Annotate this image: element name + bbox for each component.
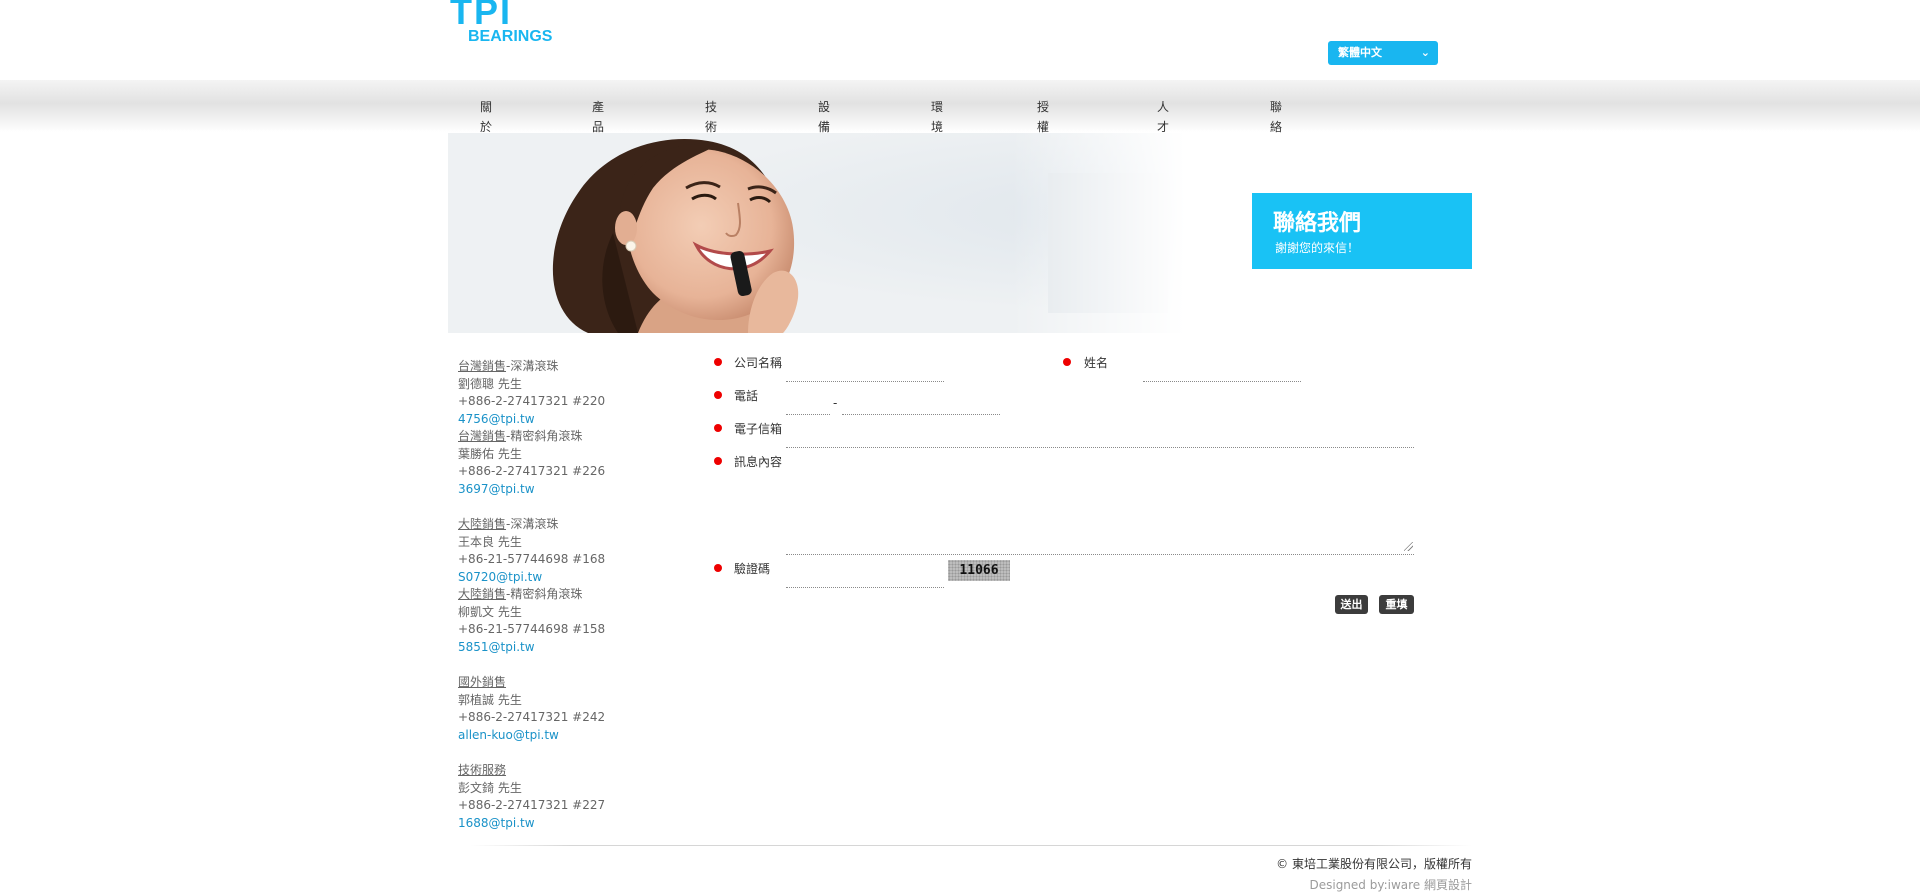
page-subtitle: 謝謝您的來信！ <box>1275 241 1360 255</box>
name-label: 姓名 <box>1084 356 1109 370</box>
captcha-image[interactable]: 11066 <box>948 560 1010 581</box>
required-dot-icon <box>1063 358 1071 366</box>
reset-button[interactable]: 重填 <box>1379 595 1414 614</box>
required-dot-icon <box>714 424 722 432</box>
company-label: 公司名稱 <box>734 356 783 370</box>
contact-dept-link[interactable]: 國外銷售 <box>458 675 506 689</box>
contact-phone: +886-2-27417321 #226 <box>458 464 606 478</box>
contact-title-line: 技術服務 <box>458 762 658 780</box>
nav-item-products[interactable]: 產品資訊 <box>592 97 604 174</box>
phone-label: 電話 <box>734 389 759 403</box>
contact-list: 台灣銷售-深溝滾珠 劉德聰 先生 +886-2-27417321 #220 47… <box>458 358 658 850</box>
contact-email-link[interactable]: 4756@tpi.tw <box>458 411 658 429</box>
contact-email-link[interactable]: 3697@tpi.tw <box>458 481 658 499</box>
contact-phone: +86-21-57744698 #158 <box>458 622 606 636</box>
contact-dept-link[interactable]: 大陸銷售 <box>458 517 506 531</box>
contact-person: 劉德聰 先生 <box>458 376 522 391</box>
phone-number-input[interactable] <box>842 399 1000 415</box>
contact-title-line: 台灣銷售-精密斜角滾珠 <box>458 428 658 446</box>
submit-button[interactable]: 送出 <box>1335 595 1368 614</box>
contact-title-line: 大陸銷售-精密斜角滾珠 <box>458 586 658 604</box>
required-dot-icon <box>714 391 722 399</box>
phone-separator: - <box>833 396 838 410</box>
contact-person: 王本良 先生 <box>458 534 522 549</box>
nav-item-about[interactable]: 關於東培 <box>480 97 492 174</box>
nav-item-equipment[interactable]: 設備開發 <box>818 97 830 174</box>
contact-dept-link[interactable]: 台灣銷售 <box>458 359 506 373</box>
contact-phone: +886-2-27417321 #242 <box>458 710 606 724</box>
nav-item-careers[interactable]: 人才招募 <box>1157 97 1169 174</box>
name-input[interactable] <box>1143 366 1301 382</box>
contact-group-taiwan: 台灣銷售-深溝滾珠 劉德聰 先生 +886-2-27417321 #220 47… <box>458 358 658 498</box>
nav-bar-background <box>0 80 1920 132</box>
nav-item-contact[interactable]: 聯絡我們 <box>1270 97 1282 174</box>
nav-item-technical[interactable]: 技術資料 <box>705 97 717 174</box>
contact-person: 彭文錡 先生 <box>458 780 522 795</box>
required-dot-icon <box>714 564 722 572</box>
contact-group-overseas: 國外銷售 郭植誠 先生 +886-2-27417321 #242 allen-k… <box>458 674 658 744</box>
tpi-logo[interactable]: TPI BEARINGS <box>450 0 582 48</box>
contact-dept-link[interactable]: 大陸銷售 <box>458 587 506 601</box>
required-dot-icon <box>714 457 722 465</box>
contact-product: -深溝滾珠 <box>506 517 559 531</box>
contact-email-link[interactable]: 5851@tpi.tw <box>458 639 658 657</box>
contact-email-link[interactable]: allen-kuo@tpi.tw <box>458 727 658 745</box>
language-value: 繁體中文 <box>1338 46 1382 59</box>
contact-phone: +86-21-57744698 #168 <box>458 552 606 566</box>
captcha-label: 驗證碼 <box>734 562 771 576</box>
phone-area-input[interactable] <box>786 399 830 415</box>
contact-product: -深溝滾珠 <box>506 359 559 373</box>
logo-subtext: BEARINGS <box>468 28 553 45</box>
message-textarea[interactable] <box>786 452 1414 555</box>
page-title-box: 聯絡我們 謝謝您的來信！ <box>1252 193 1472 269</box>
nav-item-environment[interactable]: 環境保護 <box>931 97 943 174</box>
contact-group-china: 大陸銷售-深溝滾珠 王本良 先生 +86-21-57744698 #168 S0… <box>458 516 658 656</box>
email-input[interactable] <box>786 432 1414 448</box>
contact-product: -精密斜角滾珠 <box>506 429 583 443</box>
message-label: 訊息內容 <box>734 455 783 469</box>
resize-grip-icon[interactable] <box>1404 542 1413 551</box>
nav-item-distributors[interactable]: 授權經銷商 <box>1037 97 1049 194</box>
contact-email-link[interactable]: 1688@tpi.tw <box>458 815 658 833</box>
logo-text: TPI <box>450 0 513 32</box>
contact-phone: +886-2-27417321 #227 <box>458 798 606 812</box>
contact-person: 葉勝佑 先生 <box>458 446 522 461</box>
language-select[interactable]: 繁體中文 ⌄ <box>1328 41 1438 65</box>
contact-group-technical: 技術服務 彭文錡 先生 +886-2-27417321 #227 1688@tp… <box>458 762 658 832</box>
contact-title-line: 台灣銷售-深溝滾珠 <box>458 358 658 376</box>
copyright-text: © 東培工業股份有限公司，版權所有 <box>1276 857 1472 871</box>
designer-credit-link[interactable]: Designed by:iware 網頁設計 <box>1309 876 1472 892</box>
chevron-down-icon: ⌄ <box>1420 46 1430 59</box>
contact-title-line: 國外銷售 <box>458 674 658 692</box>
contact-phone: +886-2-27417321 #220 <box>458 394 606 408</box>
contact-dept-link[interactable]: 台灣銷售 <box>458 429 506 443</box>
page-title: 聯絡我們 <box>1273 211 1362 236</box>
contact-product: -精密斜角滾珠 <box>506 587 583 601</box>
contact-person: 郭植誠 先生 <box>458 692 522 707</box>
required-dot-icon <box>714 358 722 366</box>
contact-dept-link[interactable]: 技術服務 <box>458 763 506 777</box>
footer-divider <box>470 845 1472 846</box>
contact-email-link[interactable]: S0720@tpi.tw <box>458 569 658 587</box>
company-input[interactable] <box>786 366 944 382</box>
email-label: 電子信箱 <box>734 422 783 436</box>
contact-title-line: 大陸銷售-深溝滾珠 <box>458 516 658 534</box>
captcha-input[interactable] <box>786 572 944 588</box>
contact-person: 柳凱文 先生 <box>458 604 522 619</box>
